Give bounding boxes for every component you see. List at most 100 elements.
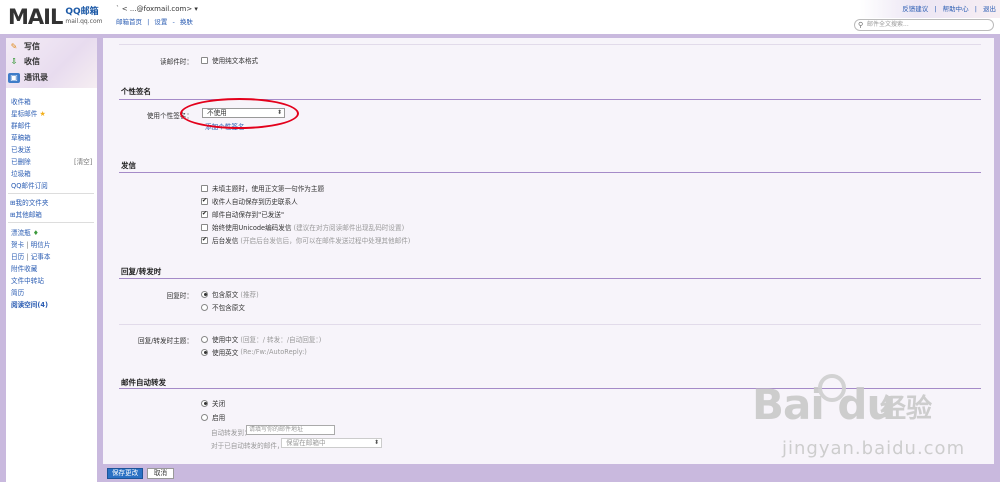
contacts-button[interactable]: ▣ 通讯录 [8,72,48,83]
include-original-label: 包含原文 [212,291,239,299]
account-name[interactable]: ` < ...@foxmail.com> ▾ [116,5,198,13]
forward-off-radio[interactable] [201,399,208,407]
cancel-button[interactable]: 取消 [147,468,174,479]
pencil-icon: ✎ [10,41,18,51]
settings-link[interactable]: 设置 [154,18,167,26]
folder-sent[interactable]: 已发送 [11,144,31,154]
link-separator: | [934,5,937,13]
send-option-auto-subject[interactable]: 未填主题时，使用正文第一句作为主题 [201,183,324,193]
card-postcard-row: 贺卡 | 明信片 [11,239,50,249]
feedback-link[interactable]: 反馈建议 [902,5,928,13]
unicode-checkbox[interactable] [201,223,208,231]
search-icon: ⚲ [858,21,864,29]
folder-drafts[interactable]: 草稿箱 [11,132,31,142]
forward-address-input[interactable]: 请填写你的邮件地址 [246,425,335,435]
link-separator: | [147,18,150,26]
background-send-checkbox[interactable] [201,236,208,244]
section-underline [119,278,981,279]
reply-section-title: 回复/转发时 [121,267,162,276]
subject-english-radio[interactable] [201,348,208,356]
forward-on-option[interactable]: 启用 [201,412,225,422]
logo-title: QQ邮箱 [65,7,99,17]
qq-mail-logo[interactable]: MAIL QQ邮箱 mail.qq.com [8,4,102,30]
card-link[interactable]: 贺卡 [11,241,24,249]
receive-button[interactable]: ⇩ 收信 [8,56,40,67]
other-mailbox-toggle[interactable]: ⊞其他邮箱 [10,209,42,219]
link-separator: | [974,5,977,13]
write-label: 写信 [24,42,40,51]
folder-subscriptions[interactable]: QQ邮件订阅 [11,180,48,190]
forward-off-option[interactable]: 关闭 [201,398,225,408]
section-divider [119,44,981,45]
clear-deleted-link[interactable]: [清空] [74,156,92,166]
save-changes-button[interactable]: 保存更改 [107,468,143,479]
subject-english-label: 使用英文 [212,349,239,357]
subject-chinese-radio[interactable] [201,335,208,343]
plain-text-option[interactable]: 使用纯文本格式 [201,55,258,65]
link-separator: - [172,18,175,26]
subject-chinese-option[interactable]: 使用中文 (回复：/ 转发：/自动回复：) [201,334,321,344]
send-option-unicode[interactable]: 始终使用Unicode编码发信 (建议在对方阅读邮件出现乱码时设置) [201,222,404,232]
calendar-link[interactable]: 日历 [11,253,24,261]
save-sent-checkbox[interactable] [201,210,208,218]
include-original-hint: (推荐) [240,291,259,299]
postcard-link[interactable]: 明信片 [31,241,51,249]
mailbox-home-link[interactable]: 邮箱首页 [116,18,142,26]
folder-group-mail[interactable]: 群邮件 [11,120,31,130]
subject-chinese-label: 使用中文 [212,336,239,344]
forwarded-mail-select[interactable]: 保留在邮箱中 ⬍ [281,438,382,448]
notepad-link[interactable]: 记事本 [31,253,51,261]
forwarded-mail-label: 对于已自动转发的邮件， [211,442,284,450]
auto-subject-checkbox[interactable] [201,184,208,192]
drift-bottle-link[interactable]: 漂流瓶 ♦ [11,227,39,237]
signature-section-title: 个性签名 [121,87,151,96]
drift-bottle-label: 漂流瓶 [11,229,31,237]
search-placeholder: 邮件全文搜索... [867,21,909,28]
forward-on-label: 启用 [212,414,226,422]
subject-english-option[interactable]: 使用英文 (Re:/Fw:/AutoReply:) [201,347,307,357]
reading-space-link[interactable]: 阅读空间(4) [11,299,48,309]
reply-include-original[interactable]: 包含原文 (推荐) [201,289,259,299]
write-button[interactable]: ✎ 写信 [8,41,40,52]
change-skin-link[interactable]: 换肤 [180,18,193,26]
unicode-hint: (建议在对方阅读邮件出现乱码时设置) [293,224,405,232]
reply-exclude-original[interactable]: 不包含原文 [201,302,245,312]
link-separator: | [26,241,29,249]
bottle-icon: ♦ [32,229,39,237]
section-divider [119,324,981,325]
logo-mark: MAIL [8,5,63,29]
sidebar-divider [8,193,94,194]
forward-to-label: 自动转发到： [211,429,251,437]
subject-label: 回复/转发时主题： [138,337,193,345]
exclude-original-label: 不包含原文 [212,304,245,312]
forward-on-radio[interactable] [201,413,208,421]
file-transfer-link[interactable]: 文件中转站 [11,275,44,285]
background-send-hint: (开启后台发信后，你可以在邮件发送过程中处理其他邮件) [240,237,411,245]
search-input[interactable]: ⚲ 邮件全文搜索... [854,19,994,31]
auto-subject-label: 未填主题时，使用正文第一句作为主题 [212,185,325,193]
unicode-label: 始终使用Unicode编码发信 [212,224,292,232]
send-option-background[interactable]: 后台发信 (开启后台发信后，你可以在邮件发送过程中处理其他邮件) [201,235,410,245]
plain-text-checkbox[interactable] [201,56,208,64]
send-option-save-sent[interactable]: 邮件自动保存到"已发送" [201,209,284,219]
folder-inbox[interactable]: 收件箱 [11,96,31,106]
help-center-link[interactable]: 帮助中心 [943,5,969,13]
watermark-cn: 经验 [880,394,933,424]
contacts-label: 通讯录 [24,73,48,82]
top-header: MAIL QQ邮箱 mail.qq.com ` < ...@foxmail.co… [0,0,1000,34]
resume-link[interactable]: 简历 [11,287,24,297]
baidu-jingyan-watermark: Bai du 经验 jingyan.baidu.com [752,374,982,470]
folder-deleted[interactable]: 已删除 [11,156,31,166]
my-folders-toggle[interactable]: ⊞我的文件夹 [10,197,49,207]
logout-link[interactable]: 退出 [983,5,996,13]
save-contacts-checkbox[interactable] [201,197,208,205]
forward-section-title: 邮件自动转发 [121,378,166,387]
include-original-radio[interactable] [201,290,208,298]
folder-starred[interactable]: 星标邮件 ★ [11,108,46,118]
folder-spam[interactable]: 垃圾箱 [11,168,31,178]
frame-border-right [994,34,1000,482]
highlight-circle [180,98,299,129]
attachments-link[interactable]: 附件收藏 [11,263,37,273]
send-option-save-contacts[interactable]: 收件人自动保存到历史联系人 [201,196,298,206]
exclude-original-radio[interactable] [201,303,208,311]
